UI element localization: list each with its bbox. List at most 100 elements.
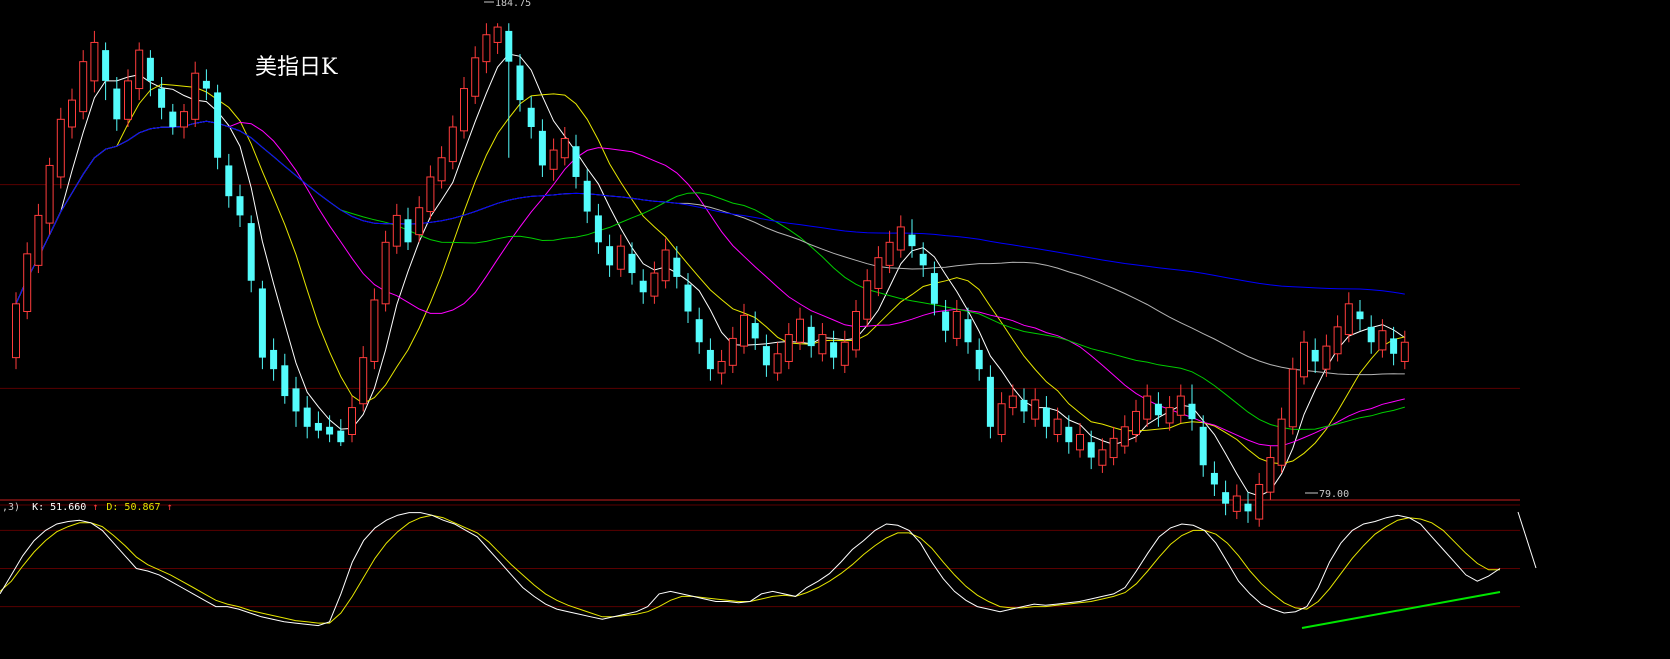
kdj-params-label: ,3): [2, 502, 20, 513]
candle-body: [1165, 407, 1174, 424]
candle-body: [830, 342, 838, 358]
candle-body: [45, 164, 54, 224]
kdj-k-value: K: 51.660: [32, 502, 86, 513]
candle-body: [292, 388, 300, 412]
candle-body: [135, 49, 144, 90]
candle-body: [863, 280, 872, 320]
candle-body: [885, 241, 894, 266]
candle-body: [1008, 395, 1017, 409]
candle-body: [1288, 368, 1297, 428]
candle-body: [1132, 410, 1140, 435]
candle: [214, 84, 222, 170]
candle-body: [796, 318, 804, 343]
candle-body: [1020, 399, 1028, 412]
candle-body: [482, 34, 491, 63]
candle-body: [784, 334, 793, 362]
candle-body: [303, 407, 311, 427]
candle-body: [538, 130, 546, 166]
candle: [258, 280, 266, 370]
candle-body: [706, 349, 714, 370]
candle-body: [751, 323, 759, 339]
candle: [1288, 357, 1297, 435]
candle-body: [852, 311, 860, 351]
candle-body: [12, 303, 20, 359]
candle-body: [23, 253, 32, 312]
candle-body: [426, 176, 435, 213]
candle-body: [583, 180, 591, 212]
candle-body: [258, 288, 266, 358]
candle-body: [594, 215, 602, 243]
candle: [247, 215, 255, 293]
candle-body: [650, 272, 659, 297]
candle-body: [448, 126, 457, 163]
candle-body: [314, 422, 322, 431]
candle-body: [1154, 403, 1162, 416]
candle-body: [1076, 434, 1084, 451]
candle-body: [1199, 426, 1207, 466]
candle-body: [874, 257, 883, 289]
candle: [370, 288, 379, 370]
candle-body: [146, 57, 154, 81]
candle-body: [1120, 426, 1129, 447]
candle: [12, 292, 20, 370]
candle-body: [1356, 311, 1364, 320]
candle-body: [616, 245, 625, 270]
candle-body: [896, 226, 905, 251]
candle-body: [762, 346, 770, 366]
candle-body: [68, 99, 76, 128]
candle-body: [437, 157, 446, 182]
candle-body: [1210, 472, 1218, 485]
kdj-k-arrow: ↑: [92, 502, 98, 513]
candle-body: [1232, 495, 1241, 512]
candle-body: [1277, 418, 1286, 466]
candle-body: [628, 253, 636, 274]
candle-body: [124, 80, 132, 120]
candle-body: [527, 107, 535, 127]
candle-body: [673, 257, 681, 277]
candle-body: [1244, 503, 1252, 512]
candle-body: [247, 223, 255, 281]
candle-body: [572, 146, 580, 177]
candle-body: [807, 326, 815, 347]
candle-body: [1109, 437, 1118, 459]
candle-body: [202, 80, 210, 89]
candle-body: [1322, 345, 1331, 370]
high-label: 184.75: [495, 0, 531, 9]
candle: [45, 157, 54, 235]
candle-body: [1300, 341, 1308, 378]
candle-body: [34, 214, 43, 266]
candle-body: [180, 111, 188, 128]
candle: [56, 107, 65, 189]
candle-body: [964, 319, 972, 343]
candle-body: [1266, 457, 1275, 493]
candle: [381, 230, 390, 312]
candle-body: [415, 207, 424, 236]
candle-body: [516, 65, 524, 101]
candle-body: [1400, 341, 1409, 362]
candle-body: [975, 349, 983, 370]
candle-body: [191, 72, 200, 120]
candle-body: [606, 246, 614, 266]
kdj-d-arrow: ↑: [167, 502, 173, 513]
candle-body: [1176, 395, 1185, 416]
candle-body: [728, 337, 737, 366]
candle-body: [102, 50, 110, 81]
candle-body: [169, 111, 177, 127]
candle-body: [1390, 338, 1398, 354]
kdj-d-value: D: 50.867: [106, 502, 160, 513]
candle-body: [695, 319, 703, 343]
candle-body: [359, 357, 368, 405]
candle-body: [90, 41, 99, 82]
candle-body: [1255, 483, 1264, 520]
candle-body: [505, 30, 513, 62]
candle-body: [471, 57, 480, 97]
candle-body: [740, 314, 748, 347]
candle-body: [684, 284, 692, 312]
candle-body: [56, 118, 65, 178]
candle-body: [225, 165, 233, 197]
candle-body: [1311, 349, 1319, 362]
candle-body: [392, 214, 401, 247]
candle: [23, 242, 32, 320]
candle-body: [997, 403, 1006, 435]
candle-body: [370, 299, 379, 362]
